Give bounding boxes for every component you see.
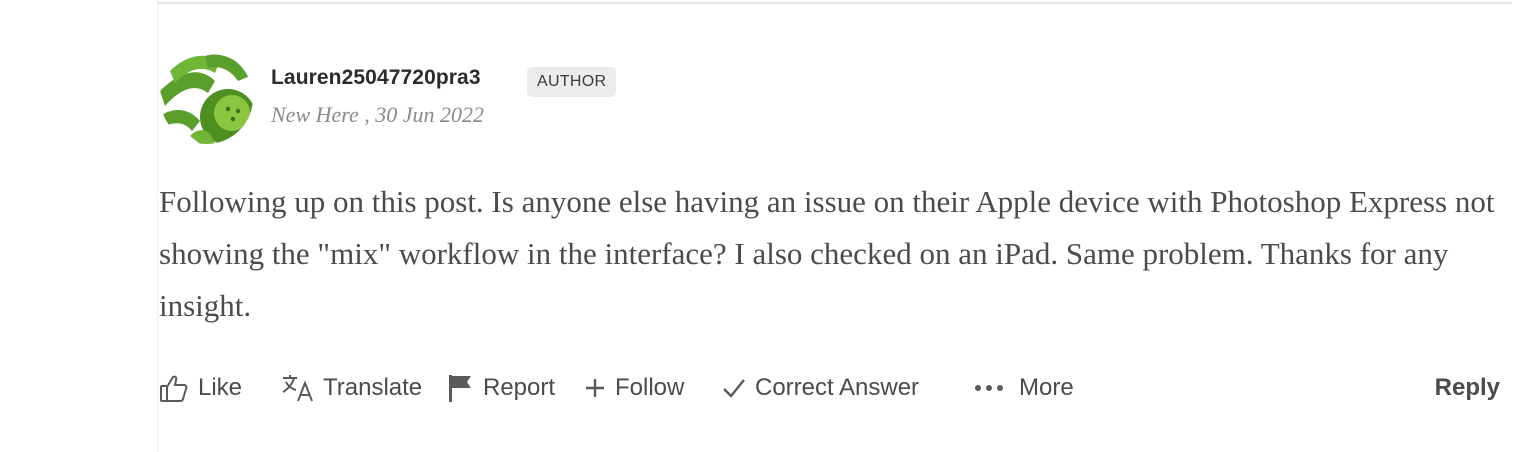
more-button[interactable]: More — [973, 366, 1074, 410]
flag-icon — [447, 372, 475, 404]
correct-answer-label: Correct Answer — [755, 374, 920, 401]
post-divider — [158, 2, 1512, 4]
author-meta: New Here , 30 Jun 2022 — [271, 102, 485, 127]
correct-answer-button[interactable]: Correct Answer — [721, 366, 919, 410]
author-badge: AUTHOR — [527, 67, 617, 97]
report-label: Report — [483, 374, 556, 401]
more-label: More — [1019, 374, 1074, 401]
translate-button[interactable]: Translate — [281, 366, 422, 410]
post-body: Following up on this post. Is anyone els… — [159, 184, 1495, 323]
checkmark-icon — [721, 376, 747, 400]
reply-button[interactable]: Reply — [1435, 366, 1500, 410]
translate-icon — [281, 373, 315, 403]
author-name[interactable]: Lauren25047720pra3 — [271, 66, 481, 90]
post-actions: Like Translate Report Follow Correct Ans… — [158, 366, 1512, 410]
translate-label: Translate — [323, 374, 423, 401]
follow-button[interactable]: Follow — [583, 366, 684, 410]
plus-icon — [583, 376, 607, 400]
author-avatar[interactable] — [160, 51, 253, 144]
thumbs-up-icon — [158, 372, 190, 404]
report-button[interactable]: Report — [447, 366, 555, 410]
follow-label: Follow — [615, 374, 685, 401]
ellipsis-icon — [973, 383, 1005, 393]
community-post: Lauren25047720pra3 AUTHOR New Here , 30 … — [157, 0, 1512, 452]
like-label: Like — [198, 374, 243, 401]
like-button[interactable]: Like — [158, 366, 242, 410]
